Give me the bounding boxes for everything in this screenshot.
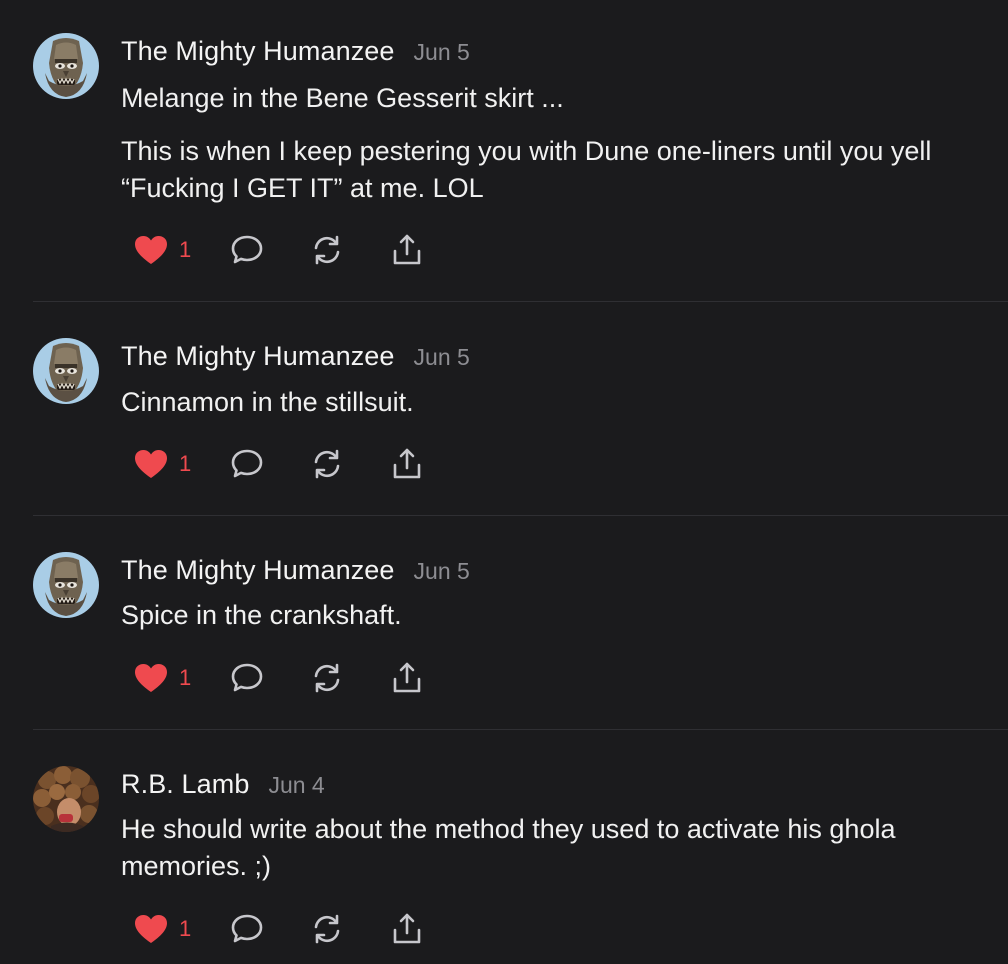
comment-body: Melange in the Bene Gesserit skirt ... T…: [121, 80, 981, 207]
share-button[interactable]: [390, 232, 424, 268]
refresh-arrows-icon: [314, 914, 340, 944]
author-name[interactable]: R.B. Lamb: [121, 769, 249, 800]
comment-paragraph: Spice in the crankshaft.: [121, 600, 402, 630]
comment-divider: [33, 729, 1008, 730]
reply-button[interactable]: [230, 911, 264, 947]
like-count: 1: [179, 916, 192, 941]
comment-date[interactable]: Jun 4: [268, 772, 324, 799]
share-button[interactable]: [390, 446, 424, 482]
comment-header: R.B. Lamb Jun 4: [121, 769, 325, 800]
avatar[interactable]: [33, 338, 99, 404]
heart-icon: [135, 236, 167, 264]
comment-date[interactable]: Jun 5: [414, 558, 470, 585]
comment-body: Spice in the crankshaft.: [121, 597, 981, 634]
author-name[interactable]: The Mighty Humanzee: [121, 36, 395, 67]
avatar[interactable]: [33, 33, 99, 99]
comment-header: The Mighty Humanzee Jun 5: [121, 341, 470, 372]
comment-paragraph: This is when I keep pestering you with D…: [121, 136, 932, 203]
comment-body: He should write about the method they us…: [121, 811, 981, 885]
restack-button[interactable]: [310, 911, 344, 947]
share-upload-icon: [393, 662, 421, 693]
comment-divider: [33, 515, 1008, 516]
like-count: 1: [179, 665, 192, 690]
heart-icon: [135, 450, 167, 478]
comment-header: The Mighty Humanzee Jun 5: [121, 36, 470, 67]
reply-button[interactable]: [230, 232, 264, 268]
comment-header: The Mighty Humanzee Jun 5: [121, 555, 470, 586]
curly-hair-avatar-icon: [33, 766, 99, 832]
restack-button[interactable]: [310, 232, 344, 268]
reply-button[interactable]: [230, 446, 264, 482]
share-upload-icon: [393, 913, 421, 944]
speech-bubble-icon: [231, 449, 263, 478]
like-button[interactable]: 1: [134, 232, 191, 268]
mask-avatar-icon: [33, 552, 99, 618]
comment-divider: [33, 301, 1008, 302]
heart-icon: [135, 664, 167, 692]
author-name[interactable]: The Mighty Humanzee: [121, 341, 395, 372]
mask-avatar-icon: [33, 33, 99, 99]
share-upload-icon: [393, 234, 421, 265]
like-count: 1: [179, 237, 192, 262]
author-name[interactable]: The Mighty Humanzee: [121, 555, 395, 586]
comment-paragraph: Melange in the Bene Gesserit skirt ...: [121, 83, 564, 113]
share-button[interactable]: [390, 660, 424, 696]
heart-icon: [135, 915, 167, 943]
speech-bubble-icon: [231, 663, 263, 692]
comment-paragraph: He should write about the method they us…: [121, 814, 896, 881]
speech-bubble-icon: [231, 235, 263, 264]
avatar[interactable]: [33, 552, 99, 618]
refresh-arrows-icon: [314, 235, 340, 265]
speech-bubble-icon: [231, 914, 263, 943]
refresh-arrows-icon: [314, 449, 340, 479]
comment-date[interactable]: Jun 5: [414, 39, 470, 66]
share-button[interactable]: [390, 911, 424, 947]
like-button[interactable]: 1: [134, 446, 191, 482]
avatar[interactable]: [33, 766, 99, 832]
restack-button[interactable]: [310, 446, 344, 482]
comment-body: Cinnamon in the stillsuit.: [121, 384, 981, 421]
like-button[interactable]: 1: [134, 660, 191, 696]
reply-button[interactable]: [230, 660, 264, 696]
comment-date[interactable]: Jun 5: [414, 344, 470, 371]
refresh-arrows-icon: [314, 663, 340, 693]
like-button[interactable]: 1: [134, 911, 191, 947]
comment-paragraph: Cinnamon in the stillsuit.: [121, 387, 414, 417]
share-upload-icon: [393, 448, 421, 479]
restack-button[interactable]: [310, 660, 344, 696]
mask-avatar-icon: [33, 338, 99, 404]
like-count: 1: [179, 451, 192, 476]
